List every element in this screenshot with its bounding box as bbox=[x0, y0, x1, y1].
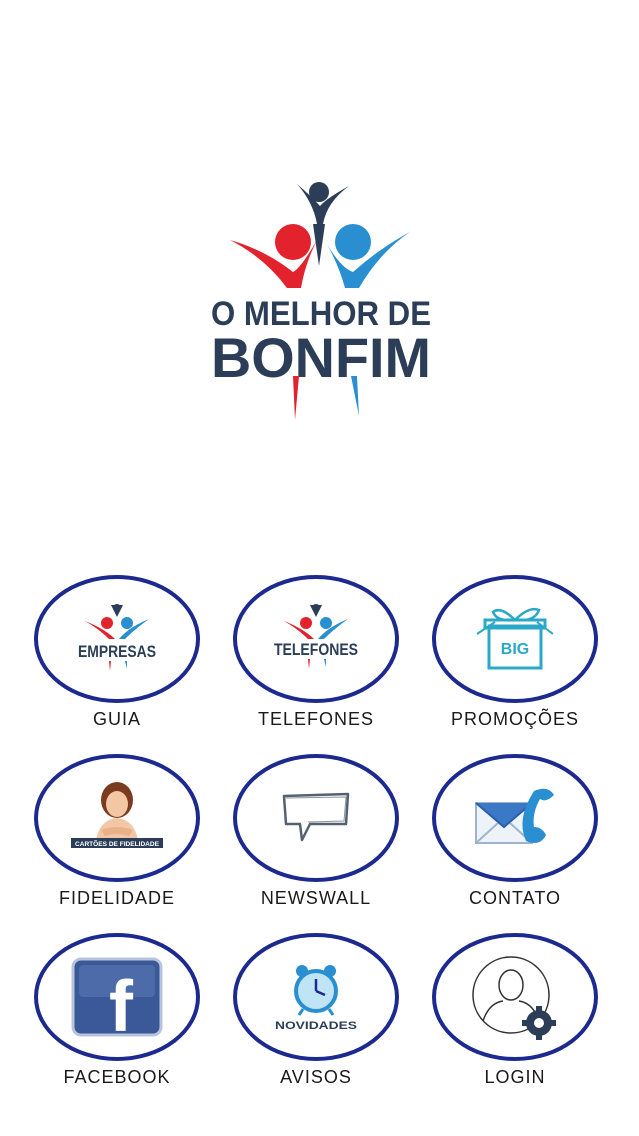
menu-item-fidelidade[interactable]: CARTÕES DE FIDELIDADE FIDELIDADE bbox=[0, 754, 200, 924]
contato-icon-circle[interactable] bbox=[432, 754, 598, 882]
facebook-icon: f bbox=[71, 957, 163, 1037]
menu-label-facebook[interactable]: FACEBOOK bbox=[17, 1067, 217, 1088]
app-logo: O MELHOR DE BONFIM bbox=[205, 180, 437, 425]
alarm-clock-icon-text: NOVIDADES bbox=[275, 1020, 357, 1032]
gift-box-icon: BIG bbox=[475, 604, 555, 674]
menu-label-telefones[interactable]: TELEFONES bbox=[216, 709, 416, 730]
menu-label-promocoes[interactable]: PROMOÇÕES bbox=[415, 709, 615, 730]
empresas-icon-text: EMPRESAS bbox=[78, 642, 156, 661]
menu-label-login[interactable]: LOGIN bbox=[415, 1067, 615, 1088]
login-icon-circle[interactable] bbox=[432, 933, 598, 1061]
menu-item-promocoes[interactable]: BIG PROMOÇÕES bbox=[398, 575, 598, 745]
menu-item-login[interactable]: LOGIN bbox=[398, 933, 598, 1103]
facebook-icon-text: f bbox=[109, 967, 134, 1037]
facebook-icon-circle[interactable]: f bbox=[34, 933, 200, 1061]
menu-item-contato[interactable]: CONTATO bbox=[398, 754, 598, 924]
user-settings-icon bbox=[467, 949, 563, 1045]
empresas-icon: EMPRESAS bbox=[71, 603, 163, 675]
telefones-icon-text: TELEFONES bbox=[274, 640, 358, 659]
loyalty-card-icon: CARTÕES DE FIDELIDADE bbox=[67, 778, 167, 858]
fidelidade-icon-circle[interactable]: CARTÕES DE FIDELIDADE bbox=[34, 754, 200, 882]
speech-bubble-icon bbox=[276, 788, 356, 848]
menu-label-contato[interactable]: CONTATO bbox=[415, 888, 615, 909]
logo-line2: BONFIM bbox=[211, 326, 431, 389]
loyalty-card-icon-text: CARTÕES DE FIDELIDADE bbox=[75, 839, 160, 848]
menu-label-avisos[interactable]: AVISOS bbox=[216, 1067, 416, 1088]
menu-label-fidelidade[interactable]: FIDELIDADE bbox=[17, 888, 217, 909]
menu-item-guia[interactable]: EMPRESAS GUIA bbox=[0, 575, 200, 745]
gift-box-icon-text: BIG bbox=[501, 641, 529, 658]
menu-label-newswall[interactable]: NEWSWALL bbox=[216, 888, 416, 909]
telefones-icon-circle[interactable]: TELEFONES bbox=[233, 575, 399, 703]
newswall-icon-circle[interactable] bbox=[233, 754, 399, 882]
telefones-icon: TELEFONES bbox=[270, 603, 362, 675]
promocoes-icon-circle[interactable]: BIG bbox=[432, 575, 598, 703]
menu-item-avisos[interactable]: NOVIDADES AVISOS bbox=[199, 933, 399, 1103]
mail-phone-icon bbox=[470, 783, 560, 853]
guia-icon-circle[interactable]: EMPRESAS bbox=[34, 575, 200, 703]
menu-item-newswall[interactable]: NEWSWALL bbox=[199, 754, 399, 924]
avisos-icon-circle[interactable]: NOVIDADES bbox=[233, 933, 399, 1061]
menu-item-telefones[interactable]: TELEFONES TELEFONES bbox=[199, 575, 399, 745]
alarm-clock-icon: NOVIDADES bbox=[271, 961, 361, 1033]
menu-item-facebook[interactable]: f FACEBOOK bbox=[0, 933, 200, 1103]
menu-label-guia[interactable]: GUIA bbox=[17, 709, 217, 730]
